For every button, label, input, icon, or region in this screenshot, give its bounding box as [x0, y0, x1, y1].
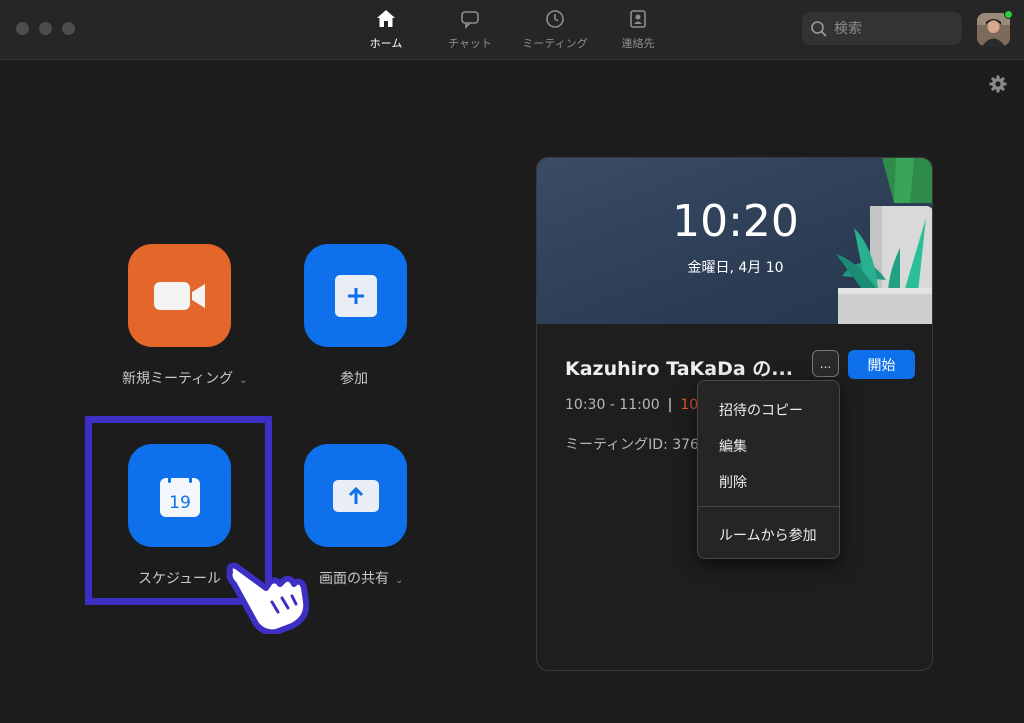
search-icon [811, 20, 827, 37]
tab-home[interactable]: ホーム [341, 8, 431, 51]
menu-item-join-from-room[interactable]: ルームから参加 [719, 525, 817, 545]
current-date: 金曜日, 4月 10 [687, 260, 784, 276]
tab-chat[interactable]: チャット [425, 8, 515, 51]
window-close-button[interactable] [16, 22, 29, 35]
join-label[interactable]: 参加 [340, 368, 368, 388]
chat-icon [461, 11, 479, 29]
meeting-time: 10:30 - 11:00 [565, 397, 660, 413]
time-separator: | [667, 397, 673, 413]
window-minimize-button[interactable] [39, 22, 52, 35]
contacts-icon [630, 10, 646, 28]
chevron-down-icon[interactable]: ⌄ [395, 575, 403, 586]
share-screen-label[interactable]: 画面の共有 ⌄ [319, 568, 403, 588]
new-meeting-text: 新規ミーティング [122, 371, 234, 387]
search-box[interactable] [802, 12, 962, 45]
gear-icon[interactable] [988, 74, 1008, 94]
tab-meetings-label: ミーティング [522, 37, 588, 50]
menu-item-delete[interactable]: 削除 [719, 472, 747, 492]
tab-meetings[interactable]: ミーティング [510, 8, 600, 51]
start-meeting-button[interactable]: 開始 [848, 350, 915, 379]
plus-icon [334, 274, 377, 317]
menu-item-edit[interactable]: 編集 [719, 436, 747, 456]
pointing-hand-icon [226, 562, 310, 634]
chevron-down-icon[interactable]: ⌄ [239, 375, 247, 386]
more-options-button[interactable]: ... [812, 350, 839, 377]
title-bar: ホーム チャット ミーティング 連絡先 [0, 0, 1024, 60]
clock-banner: 10:20 金曜日, 4月 10 [537, 158, 932, 324]
tab-chat-label: チャット [448, 37, 492, 50]
tab-contacts-label: 連絡先 [621, 37, 655, 50]
search-input[interactable] [834, 20, 954, 37]
home-icon [377, 10, 395, 27]
current-time: 10:20 [672, 196, 799, 247]
new-meeting-button[interactable] [128, 244, 231, 347]
join-button[interactable] [304, 244, 407, 347]
online-status-badge [1004, 10, 1013, 19]
meeting-title: Kazuhiro TaKaDa の... [565, 358, 793, 380]
arrow-up-icon [332, 479, 379, 512]
clock-icon [546, 10, 564, 28]
meeting-id: ミーティングID: 376 [565, 437, 699, 453]
video-camera-icon [153, 281, 205, 310]
new-meeting-label[interactable]: 新規ミーティング ⌄ [122, 368, 248, 388]
menu-item-copy-invitation[interactable]: 招待のコピー [719, 400, 803, 420]
meeting-time-row: 10:30 - 11:00 | 10 [565, 397, 698, 413]
tab-contacts[interactable]: 連絡先 [593, 8, 683, 51]
share-screen-text: 画面の共有 [319, 571, 389, 587]
window-zoom-button[interactable] [62, 22, 75, 35]
meeting-options-menu: 招待のコピー 編集 削除 ルームから参加 [697, 380, 840, 559]
tab-home-label: ホーム [369, 37, 403, 50]
share-screen-button[interactable] [304, 444, 407, 547]
meeting-countdown: 10 [680, 397, 699, 413]
menu-divider [698, 506, 839, 507]
